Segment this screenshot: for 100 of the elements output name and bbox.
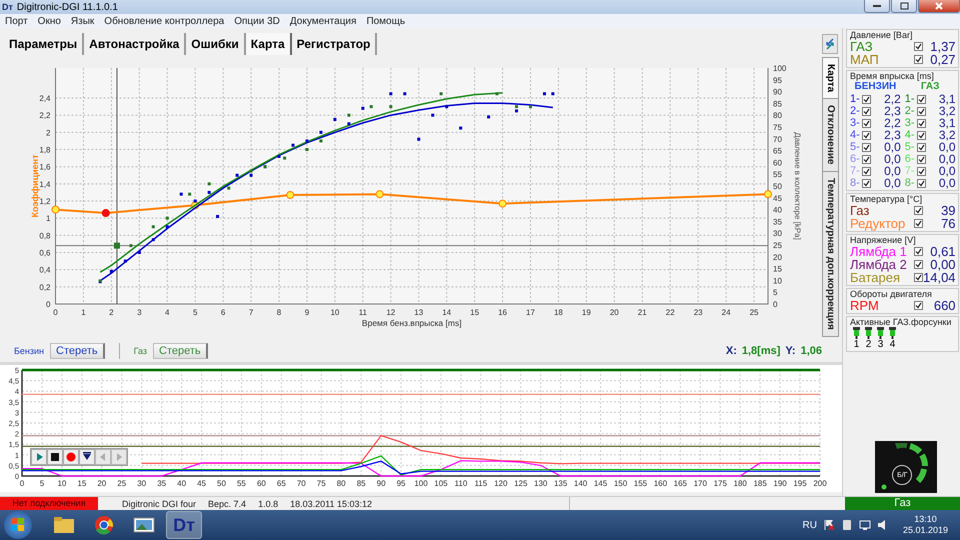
- group-title: Обороты двигателя: [850, 289, 933, 299]
- version-text: Верс. 7.4: [208, 498, 246, 508]
- tick-label: 75: [316, 479, 326, 488]
- minimize-button[interactable]: [864, 0, 890, 13]
- checkbox[interactable]: [862, 154, 871, 164]
- value-label: Батарея: [850, 271, 902, 284]
- tick-label: 95: [773, 76, 782, 85]
- checkbox[interactable]: [916, 94, 926, 104]
- tick-label: 35: [157, 479, 166, 488]
- menu-item[interactable]: Помощь: [366, 16, 406, 26]
- stop-button[interactable]: [47, 449, 63, 465]
- tick-label: 45: [773, 194, 782, 203]
- readout-value: 1,8[ms]: [742, 345, 780, 357]
- axis-title: Давление в коллекторе [kPa]: [793, 132, 802, 240]
- checkbox[interactable]: [914, 301, 923, 310]
- tab[interactable]: Карта: [246, 32, 292, 54]
- build-text: 1.0.8: [258, 498, 278, 508]
- tick-label: 80: [336, 479, 346, 488]
- value-reading: 0,61: [930, 245, 956, 258]
- tick-label: 90: [773, 88, 782, 97]
- check-icon: [915, 302, 922, 309]
- tick-label: 2,2: [39, 111, 50, 120]
- value-reading: 0,0: [938, 165, 956, 177]
- checkbox[interactable]: [914, 219, 923, 228]
- checkbox[interactable]: [916, 178, 926, 188]
- tick-label: 105: [434, 479, 448, 488]
- checkbox[interactable]: [914, 260, 923, 269]
- play-button[interactable]: [31, 449, 47, 465]
- clear-button[interactable]: Стереть: [153, 343, 208, 359]
- menu-item[interactable]: Обновление контроллера: [104, 16, 224, 26]
- tick-label: 0,4: [39, 266, 50, 275]
- record-icon: [66, 452, 76, 462]
- side-tab[interactable]: Карта: [822, 57, 839, 100]
- checkbox[interactable]: [916, 118, 926, 128]
- tick-label: 40: [177, 479, 186, 488]
- checkbox[interactable]: [916, 130, 926, 140]
- checkbox[interactable]: [914, 55, 923, 64]
- tick-label: 120: [494, 479, 508, 488]
- injector-label: 6-: [904, 154, 915, 164]
- menu-item[interactable]: Документация: [290, 16, 356, 26]
- tick-label: 70: [773, 134, 782, 144]
- tick-label: 70: [296, 479, 306, 488]
- value-reading: 2,2: [884, 117, 901, 129]
- injector-number: 1: [854, 339, 860, 350]
- checkbox[interactable]: [914, 42, 923, 51]
- checkbox[interactable]: [916, 142, 926, 152]
- tick-label: 100: [773, 64, 786, 73]
- tick-label: 85: [356, 479, 366, 488]
- value-reading: 0,0: [938, 153, 956, 165]
- tick-label: 150: [614, 479, 628, 488]
- tick-label: 0,2: [39, 282, 50, 292]
- clear-button[interactable]: Стереть: [50, 343, 105, 359]
- side-tab[interactable]: Отклонение: [822, 98, 839, 172]
- checkbox[interactable]: [914, 273, 923, 282]
- tick-label: 4: [165, 308, 170, 317]
- left-arrow-icon: [98, 452, 108, 462]
- axis-title: Время бенз.впрыска [ms]: [362, 318, 462, 328]
- checkbox[interactable]: [916, 106, 926, 116]
- start-button[interactable]: [4, 511, 32, 539]
- close-button[interactable]: [918, 0, 960, 13]
- side-tab[interactable]: Температурная доп.коррекция: [822, 170, 839, 336]
- tick-label: 22: [666, 308, 675, 317]
- tick-label: 5: [40, 479, 44, 488]
- tick-label: 30: [137, 479, 146, 488]
- checkbox[interactable]: [862, 130, 871, 140]
- connection-status: Нет подключения: [0, 497, 98, 510]
- menu-item[interactable]: Язык: [70, 16, 94, 26]
- marker-button[interactable]: [79, 449, 95, 465]
- injector-label: 4-: [904, 130, 915, 140]
- tick-label: 14: [442, 308, 452, 317]
- menu-item[interactable]: Опции 3D: [234, 16, 280, 26]
- checkbox[interactable]: [862, 166, 871, 176]
- checkbox[interactable]: [914, 247, 923, 256]
- app-logo: Dт: [173, 514, 195, 536]
- value-reading: 2,2: [884, 93, 901, 105]
- tick-label: 10: [330, 308, 340, 317]
- clock-date: 25.01.2019: [902, 525, 948, 536]
- checkbox[interactable]: [862, 118, 871, 128]
- checkbox[interactable]: [862, 94, 871, 104]
- value-reading: 660: [934, 299, 956, 312]
- checkbox[interactable]: [916, 154, 926, 164]
- maximize-button[interactable]: [891, 0, 917, 13]
- menu-item[interactable]: Порт: [5, 16, 28, 26]
- value-label: Редуктор: [850, 217, 906, 230]
- checkbox[interactable]: [914, 206, 923, 215]
- group-title: Время впрыска [ms]: [850, 71, 935, 81]
- data-point: [52, 206, 60, 214]
- tick-label: 90: [376, 479, 386, 488]
- language-indicator[interactable]: RU: [802, 520, 817, 530]
- checkbox[interactable]: [862, 142, 871, 152]
- value-reading: 2,3: [884, 105, 901, 117]
- injector-number: 2: [866, 339, 872, 350]
- tick-label: 19: [582, 308, 591, 317]
- checkbox[interactable]: [862, 106, 871, 116]
- tool-button[interactable]: [822, 34, 838, 54]
- tick-label: 0: [46, 300, 50, 309]
- value-label: Лямбда 1: [850, 245, 907, 258]
- checkbox[interactable]: [916, 166, 926, 176]
- checkbox[interactable]: [862, 178, 871, 188]
- menu-item[interactable]: Окно: [38, 16, 61, 26]
